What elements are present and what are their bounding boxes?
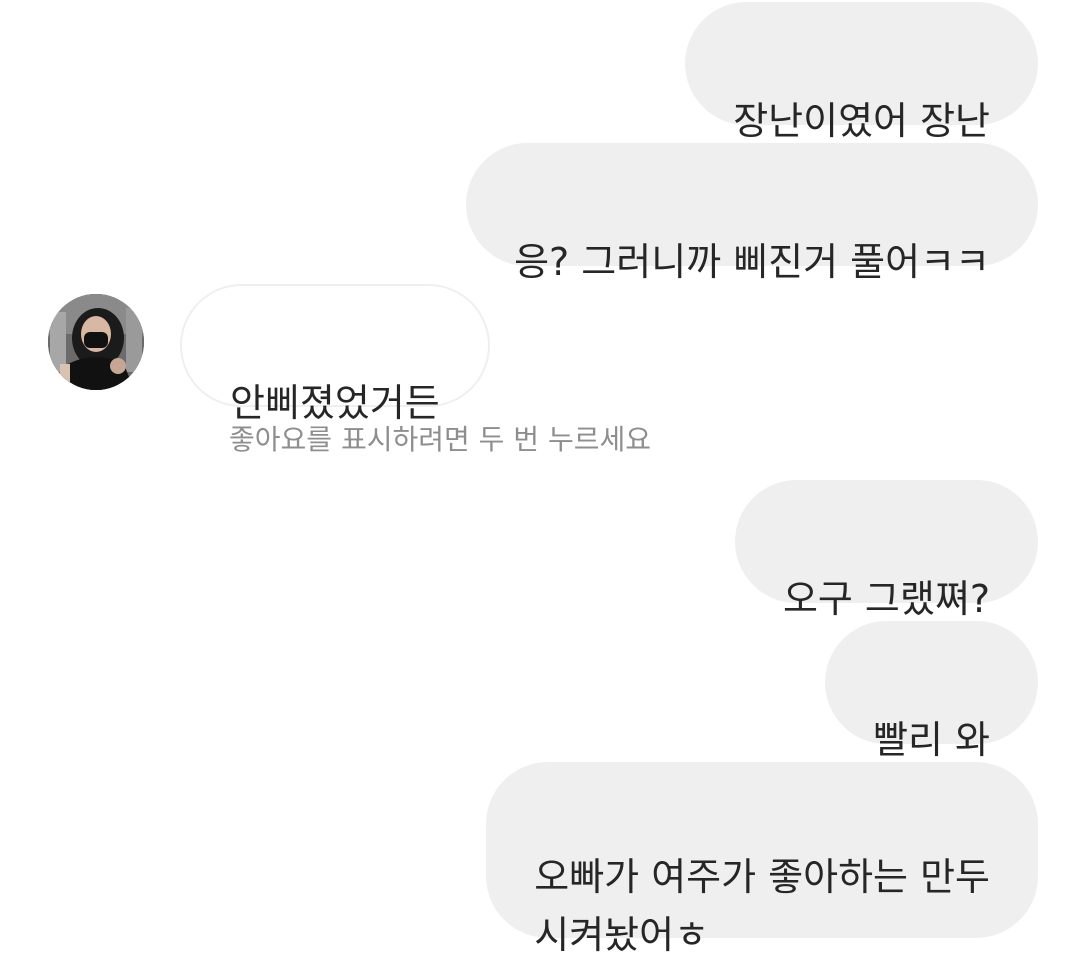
message-text: 오구 그랬쪄? — [782, 577, 990, 621]
message-text: 빨리 와 — [873, 718, 990, 762]
contact-avatar[interactable] — [48, 294, 144, 390]
message-text: 응? 그러니까 삐진거 풀어ㅋㅋ — [514, 240, 990, 284]
profile-photo-avatar-icon — [48, 294, 144, 390]
sent-message-bubble[interactable]: 응? 그러니까 삐진거 풀어ㅋㅋ — [466, 143, 1038, 284]
sent-message-bubble[interactable]: 빨리 와 — [825, 621, 1038, 762]
message-text: 안삐졌었거든 — [230, 381, 440, 425]
sent-message-bubble[interactable]: 장난이였어 장난 — [685, 2, 1038, 143]
message-text: 장난이였어 장난 — [733, 99, 990, 143]
message-text: 오빠가 여주가 좋아하는 만두 시켜놨어ㅎ — [534, 855, 990, 957]
double-tap-like-hint: 좋아요를 표시하려면 두 번 누르세요 — [229, 423, 652, 456]
received-message-bubble[interactable]: 안삐졌었거든 — [180, 284, 490, 425]
sent-message-bubble[interactable]: 오빠가 여주가 좋아하는 만두 시켜놨어ㅎ — [486, 762, 1038, 957]
sent-message-bubble[interactable]: 오구 그랬쪄? — [734, 480, 1038, 621]
